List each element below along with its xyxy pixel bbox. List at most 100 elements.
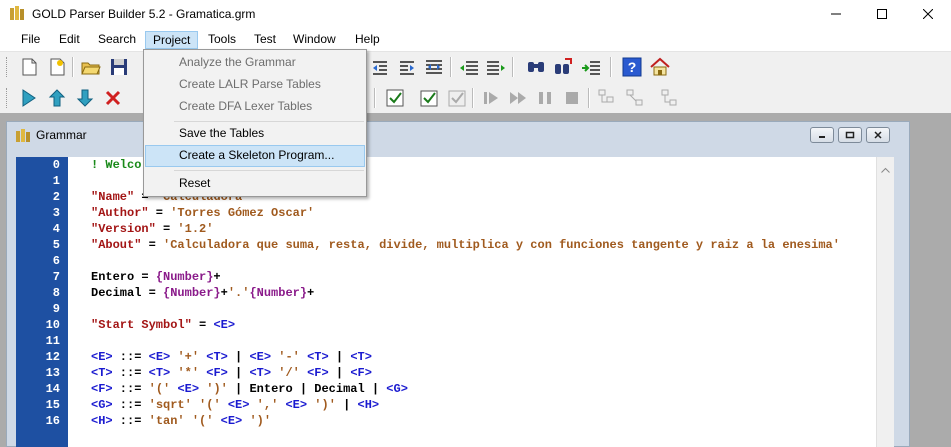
grammar-window-title: Grammar xyxy=(36,128,87,142)
code-line: "Author" = 'Torres Gómez Oscar' xyxy=(91,205,314,221)
code-token: 'sqrt' xyxy=(148,398,192,412)
menu-separator xyxy=(174,170,364,171)
cancel-icon[interactable] xyxy=(102,87,124,109)
open-folder-icon[interactable] xyxy=(80,56,102,78)
replace-icon[interactable] xyxy=(553,56,575,78)
code-token: 'Torres Gómez Oscar' xyxy=(170,206,315,220)
new-file-icon[interactable] xyxy=(18,56,40,78)
comment-block-icon[interactable] xyxy=(458,56,480,78)
code-token: ')' xyxy=(249,414,272,428)
line-number: 6 xyxy=(52,254,60,268)
step-up-icon[interactable] xyxy=(46,87,68,109)
minimize-icon xyxy=(831,13,841,15)
indent-left-icon[interactable] xyxy=(369,56,391,78)
fast-forward-disabled-icon xyxy=(510,92,526,104)
code-token: '-' xyxy=(278,350,300,364)
code-token: | xyxy=(227,366,250,380)
scroll-up-icon[interactable] xyxy=(881,167,890,173)
grammar-minimize-button[interactable] xyxy=(810,127,834,143)
code-token: | Entero | Decimal | xyxy=(227,382,387,396)
code-line: Decimal = {Number}+'.'{Number}+ xyxy=(91,285,314,301)
menu-edit[interactable]: Edit xyxy=(52,31,87,49)
code-token: ! Welco xyxy=(91,158,142,172)
new-wizard-icon[interactable] xyxy=(46,56,68,78)
menu-search[interactable]: Search xyxy=(91,31,143,49)
code-token: '+' xyxy=(177,350,200,364)
grammar-editor[interactable]: 0 1 2 3 4 5 6 7 8 9 10 11 12 13 14 15 16 ! Welco "Name" =… xyxy=(16,157,876,447)
code-token: ::= xyxy=(112,414,149,428)
grammar-restore-button[interactable] xyxy=(838,127,862,143)
stop-disabled-icon xyxy=(566,92,578,104)
line-number: 14 xyxy=(45,382,60,396)
code-token: '.' xyxy=(227,286,250,300)
toolbar-grip[interactable] xyxy=(6,57,10,77)
menu-analyze-grammar[interactable]: Analyze the Grammar xyxy=(145,52,365,74)
code-token: 'Calculadora que suma, resta, divide, mu… xyxy=(163,238,840,252)
line-number: 0 xyxy=(52,158,60,172)
menu-test[interactable]: Test xyxy=(247,31,283,49)
code-token: <T> xyxy=(91,366,113,380)
code-token: "Author" xyxy=(91,206,149,220)
goto-line-icon[interactable] xyxy=(580,56,602,78)
line-number-gutter: 0 1 2 3 4 5 6 7 8 9 10 11 12 13 14 15 16 xyxy=(16,157,68,447)
line-number: 1 xyxy=(52,174,60,188)
grammar-close-button[interactable] xyxy=(866,127,890,143)
toolbar-separator xyxy=(72,57,74,77)
restore-icon xyxy=(845,131,855,139)
close-button[interactable] xyxy=(905,0,951,28)
code-line: ! Welco xyxy=(91,157,141,173)
tree-expand-disabled-icon xyxy=(626,89,643,106)
menu-create-dfa-tables[interactable]: Create DFA Lexer Tables xyxy=(145,96,365,118)
find-icon[interactable] xyxy=(525,56,547,78)
line-number: 8 xyxy=(52,286,60,300)
uncomment-block-icon[interactable] xyxy=(485,56,507,78)
indent-right-icon[interactable] xyxy=(396,56,418,78)
svg-text:?: ? xyxy=(628,59,637,75)
toolbar-separator xyxy=(472,88,474,108)
menu-tools[interactable]: Tools xyxy=(201,31,243,49)
code-token: <F> xyxy=(206,366,228,380)
home-icon[interactable] xyxy=(649,56,671,78)
code-token: ',' xyxy=(256,398,279,412)
save-icon[interactable] xyxy=(108,56,130,78)
run-icon[interactable] xyxy=(18,87,40,109)
menu-window[interactable]: Window xyxy=(286,31,343,49)
step-down-icon[interactable] xyxy=(74,87,96,109)
toolbar-separator xyxy=(588,88,590,108)
code-token: '1.2' xyxy=(177,222,214,236)
tree-disabled-icon xyxy=(598,89,614,103)
toolbar-grip[interactable] xyxy=(6,88,10,108)
menu-create-lalr-tables[interactable]: Create LALR Parse Tables xyxy=(145,74,365,96)
code-token: Decimal = xyxy=(91,286,164,300)
vertical-scrollbar[interactable] xyxy=(876,157,894,447)
line-number: 9 xyxy=(52,302,60,316)
code-line: "Version" = '1.2' xyxy=(91,221,213,237)
line-number: 5 xyxy=(52,238,60,252)
code-token: <E> xyxy=(220,414,243,428)
check-all-icon[interactable] xyxy=(418,87,440,109)
menu-create-skeleton-program[interactable]: Create a Skeleton Program... xyxy=(145,145,365,167)
code-token: <E> xyxy=(148,350,171,364)
line-number: 15 xyxy=(45,398,60,412)
align-both-icon[interactable] xyxy=(423,56,445,78)
code-token: "Name" xyxy=(91,190,135,204)
help-icon[interactable]: ? xyxy=(621,56,643,78)
menu-project[interactable]: Project xyxy=(145,31,199,49)
code-token: '/' xyxy=(278,366,300,380)
menu-file[interactable]: File xyxy=(14,31,47,49)
code-token: = xyxy=(155,222,178,236)
menu-reset[interactable]: Reset xyxy=(145,173,365,195)
check-icon[interactable] xyxy=(384,87,406,109)
menu-save-tables[interactable]: Save the Tables xyxy=(145,123,365,145)
code-token: + xyxy=(213,270,221,284)
code-line: "About" = 'Calculadora que suma, resta, … xyxy=(91,237,840,253)
code-token: <T> xyxy=(307,350,329,364)
menu-help[interactable]: Help xyxy=(348,31,387,49)
code-token: ')' xyxy=(314,398,336,412)
code-token: = xyxy=(191,318,214,332)
minimize-button[interactable] xyxy=(813,0,859,28)
code-token: "About" xyxy=(91,238,142,252)
maximize-button[interactable] xyxy=(859,0,905,28)
